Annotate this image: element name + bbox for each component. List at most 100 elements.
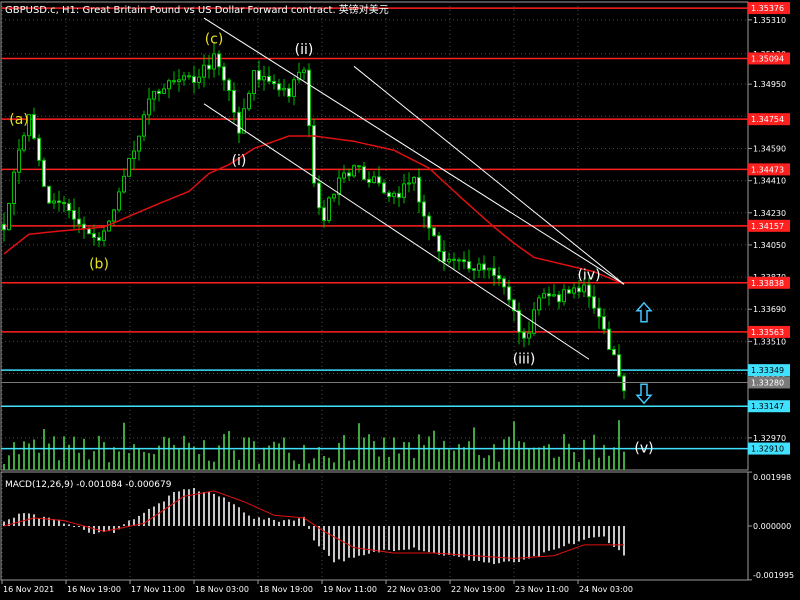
volume-bar (93, 451, 95, 470)
volume-bar (38, 452, 40, 470)
candle-body (37, 137, 41, 161)
volume-bar (208, 460, 210, 470)
candle-body (552, 294, 556, 297)
candle-body (252, 70, 256, 94)
volume-bar (248, 437, 250, 470)
macd-histogram-bar (183, 489, 185, 526)
volume-bar (363, 437, 365, 470)
macd-histogram-bar (23, 513, 25, 526)
candle-body (462, 259, 466, 263)
candle-body (182, 75, 186, 81)
macd-histogram-bar (578, 526, 580, 542)
macd-histogram-bar (423, 526, 425, 552)
volume-bar (523, 442, 525, 470)
candle-body (452, 258, 456, 261)
macd-histogram-bar (623, 526, 625, 556)
candle-body (367, 178, 371, 183)
macd-histogram-bar (298, 518, 300, 526)
price-tick-label: 1.34590 (753, 144, 786, 153)
trading-chart[interactable]: (a)(b)(c)(i)(ii)(iii)(iv)(v)1.353101.351… (0, 0, 800, 600)
candle-body (102, 230, 106, 241)
volume-bar (138, 448, 140, 470)
candle-body (262, 75, 266, 81)
macd-histogram-bar (78, 526, 80, 527)
macd-histogram-bar (448, 526, 450, 556)
candle-body (52, 200, 56, 204)
chart-background (0, 0, 800, 600)
volume-bar (228, 431, 230, 470)
wave-label: (v) (634, 441, 653, 457)
volume-bar (258, 463, 260, 470)
volume-bar (143, 451, 145, 470)
volume-bar (148, 453, 150, 470)
macd-histogram-bar (238, 507, 240, 526)
macd-histogram-bar (413, 526, 415, 548)
candle-body (177, 79, 181, 83)
volume-bar (343, 435, 345, 470)
candle-body (12, 171, 16, 204)
macd-tick-label: -0.001995 (753, 571, 794, 580)
candle-body (217, 53, 221, 68)
macd-histogram-bar (493, 526, 495, 565)
volume-bar (188, 442, 190, 470)
candle-body (387, 192, 391, 198)
candle-body (227, 79, 231, 91)
candle-body (97, 237, 101, 241)
macd-histogram-bar (33, 514, 35, 526)
volume-bar (153, 454, 155, 470)
macd-histogram-bar (233, 504, 235, 526)
volume-bar (433, 430, 435, 470)
volume-bar (358, 423, 360, 470)
macd-histogram-bar (563, 526, 565, 547)
volume-bar (478, 455, 480, 470)
volume-bar (318, 447, 320, 470)
candle-body (522, 331, 526, 339)
macd-histogram-bar (503, 526, 505, 562)
macd-histogram-bar (278, 521, 280, 526)
volume-bar (178, 448, 180, 470)
candle-body (482, 263, 486, 271)
volume-bar (598, 457, 600, 470)
macd-histogram-bar (283, 520, 285, 526)
macd-histogram-bar (453, 526, 455, 556)
volume-bar (608, 455, 610, 470)
macd-histogram-bar (548, 526, 550, 551)
candle-body (382, 182, 386, 194)
candle-body (122, 175, 126, 193)
volume-bar (283, 437, 285, 470)
macd-histogram-bar (613, 526, 615, 547)
macd-histogram-bar (198, 491, 200, 526)
volume-bar (453, 450, 455, 470)
candle-body (347, 172, 351, 177)
wave-label: (a) (9, 112, 29, 128)
candle-body (357, 165, 361, 168)
candle-body (397, 192, 401, 198)
volume-bar (223, 434, 225, 470)
volume-bar (58, 460, 60, 470)
macd-histogram-bar (18, 513, 20, 526)
volume-bar (43, 429, 45, 470)
price-tick-label: 1.33510 (753, 337, 786, 346)
candle-body (542, 293, 546, 299)
volume-bar (308, 463, 310, 470)
volume-bar (108, 462, 110, 470)
candle-body (592, 296, 596, 309)
candle-body (192, 76, 196, 83)
macd-histogram-bar (328, 526, 330, 556)
candle-body (527, 332, 531, 339)
chart-title: GBPUSD.c, H1: Great Britain Pound vs US … (5, 3, 389, 16)
candle-body (292, 79, 296, 97)
price-level-label: 1.33838 (751, 279, 784, 288)
volume-bar (438, 449, 440, 470)
volume-bar (483, 457, 485, 470)
volume-bar (28, 443, 30, 470)
time-tick-label: 18 Nov 03:00 (195, 585, 249, 594)
volume-bar (468, 441, 470, 470)
macd-histogram-bar (608, 526, 610, 544)
candle-body (172, 80, 176, 83)
volume-bar (8, 455, 10, 470)
candle-body (597, 307, 601, 318)
volume-bar (333, 462, 335, 470)
candle-body (132, 150, 136, 159)
volume-bar (563, 434, 565, 470)
